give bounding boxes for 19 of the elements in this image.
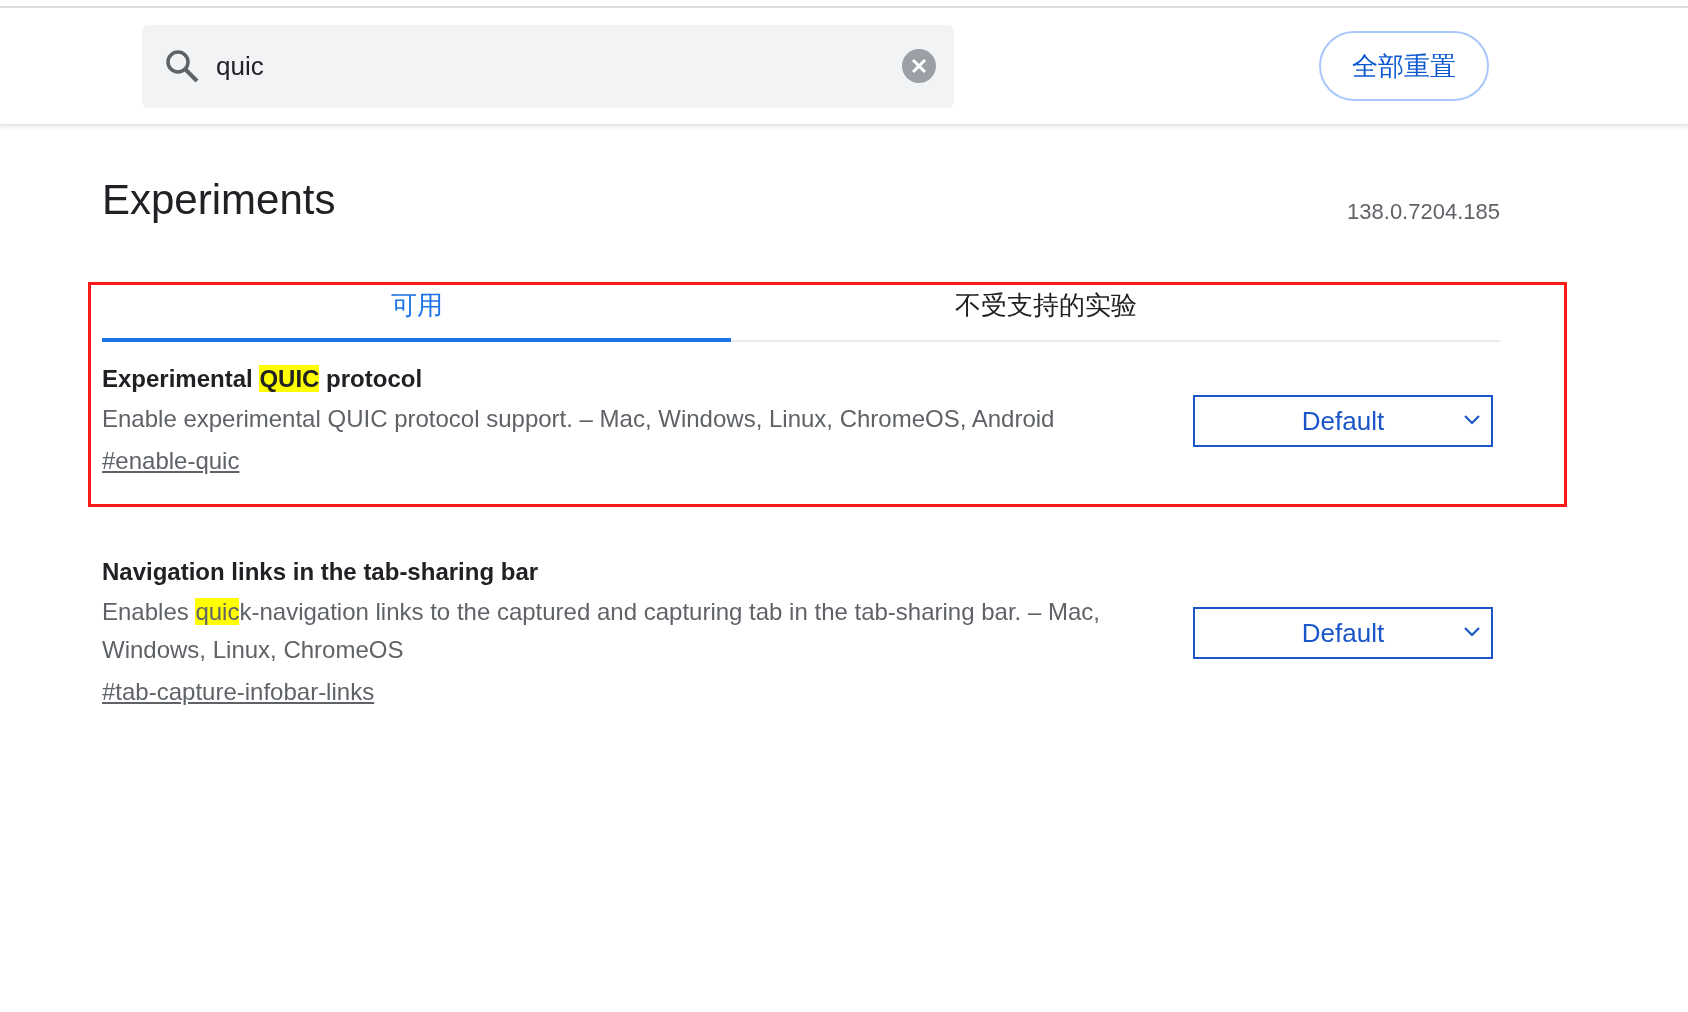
experiment-title: Navigation links in the tab-sharing bar xyxy=(102,557,540,587)
clear-icon[interactable] xyxy=(902,49,936,83)
search-text[interactable]: quic xyxy=(214,49,888,83)
chevron-down-icon xyxy=(1463,626,1481,638)
experiment-description: Enables quick-navigation links to the captured and capturing tab in the tab-sharing bar. – Mac, Windows, Linux, ChromeOS xyxy=(102,597,1101,665)
experiment-title: Experimental QUIC protocol xyxy=(102,364,424,394)
experiment-link[interactable]: #enable-quic xyxy=(102,442,240,480)
option-dropdown[interactable]: Default xyxy=(1193,395,1493,447)
reset-all-button[interactable]: 全部重置 xyxy=(1319,31,1489,101)
tab[interactable]: 不受支持的实验 xyxy=(731,285,1360,342)
experiment-description: Enable experimental QUIC protocol support. – Mac, Windows, Linux, ChromeOS, Android xyxy=(102,404,1056,434)
chevron-down-icon xyxy=(1463,414,1481,426)
version-number: 138.0.7204.185 xyxy=(1347,199,1500,225)
tab[interactable]: 可用 xyxy=(102,285,731,342)
option-dropdown[interactable]: Default xyxy=(1193,607,1493,659)
search-icon xyxy=(164,48,200,84)
experiment-link[interactable]: #tab-capture-infobar-links xyxy=(102,673,375,711)
page-title: Experiments xyxy=(102,174,336,225)
search-field[interactable]: quic xyxy=(142,24,954,108)
